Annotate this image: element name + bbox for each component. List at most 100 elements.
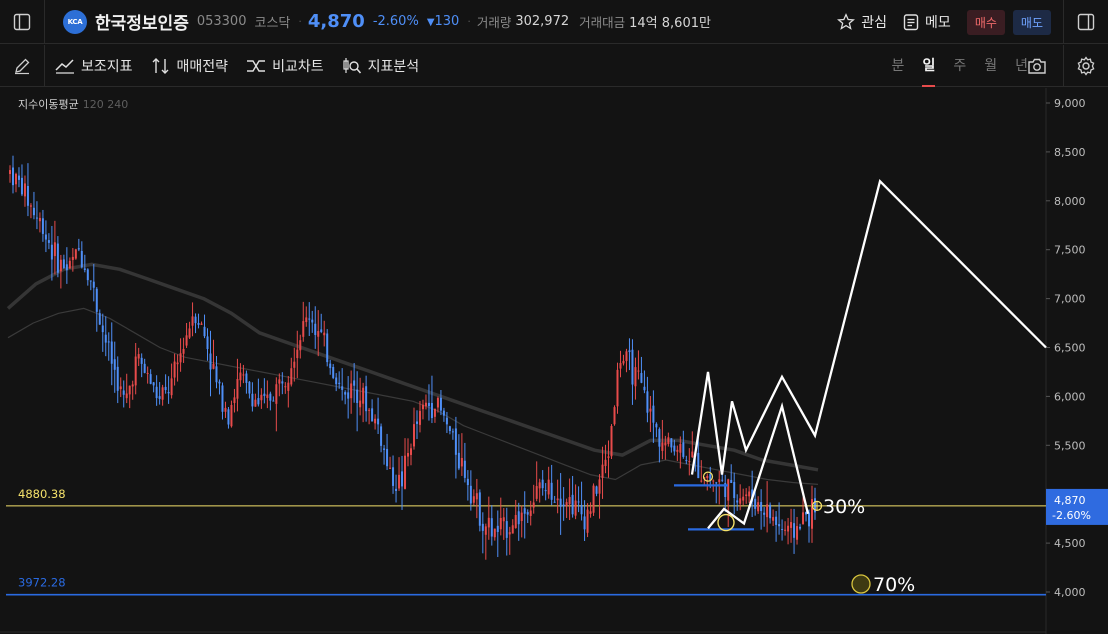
- volume-label: 거래량: [476, 15, 512, 30]
- candle-body: [670, 438, 673, 448]
- settings-button[interactable]: [1064, 44, 1108, 88]
- candle-body: [739, 498, 742, 504]
- candle-body: [347, 392, 350, 399]
- candle-body: [589, 511, 592, 514]
- candle-body: [412, 424, 415, 447]
- memo-icon: [903, 14, 919, 31]
- candle-body: [784, 529, 787, 531]
- chart-canvas[interactable]: 9,000 8,500 8,000 7,500 7,000 6,500 6,000 5,500…: [0, 88, 1108, 634]
- candle-body: [592, 485, 595, 513]
- candle-body: [206, 336, 209, 350]
- y-tick-label: 4,500: [1054, 537, 1086, 550]
- candle-body: [140, 357, 143, 364]
- ma-legend: 지수이동평균 120 240: [18, 96, 128, 112]
- analysis-tool[interactable]: 지표분석: [342, 56, 419, 76]
- candle-body: [167, 392, 170, 394]
- change-amount-group: ▼130: [427, 14, 460, 29]
- watch-label: 관심: [861, 15, 888, 31]
- candle-body: [74, 249, 77, 259]
- indicator-tool-label: 보조지표: [81, 58, 133, 75]
- price-chart[interactable]: 9,000 8,500 8,000 7,500 7,000 6,500 6,000 5,500…: [0, 88, 1108, 634]
- candle-body: [80, 250, 83, 268]
- candle-body: [257, 398, 260, 405]
- candle-body: [47, 240, 50, 243]
- candle-body: [92, 281, 95, 288]
- compare-tool[interactable]: 비교차트: [246, 56, 324, 76]
- candle-body: [404, 455, 407, 489]
- candle-body: [386, 448, 389, 467]
- candle-body: [38, 217, 41, 222]
- candle-body: [532, 502, 535, 508]
- candle-body: [350, 383, 353, 399]
- memo-button[interactable]: 메모: [903, 12, 951, 32]
- pencil-icon: [15, 58, 30, 74]
- candle-body: [389, 467, 392, 469]
- stock-name[interactable]: 한국정보인증: [95, 9, 189, 34]
- candle-body: [317, 331, 320, 337]
- candle-body: [176, 362, 179, 365]
- candle-body: [227, 409, 230, 425]
- sidebar-toggle-button[interactable]: [0, 0, 44, 44]
- candle-body: [616, 369, 619, 407]
- candle-body: [353, 380, 356, 386]
- candle-body: [658, 429, 661, 447]
- candle-body: [230, 404, 233, 427]
- buy-button[interactable]: 매수: [966, 9, 1005, 35]
- period-week[interactable]: 주: [953, 45, 966, 87]
- period-month[interactable]: 월: [984, 45, 997, 87]
- candle-body: [407, 453, 410, 457]
- candle-body: [691, 451, 694, 458]
- candle-body: [424, 402, 427, 407]
- candle-body: [149, 374, 152, 384]
- candle-body: [302, 321, 305, 337]
- sidebar-right-icon: [1077, 13, 1095, 31]
- market-name: 코스닥: [254, 16, 291, 31]
- period-day[interactable]: 일: [922, 45, 935, 87]
- sell-button[interactable]: 매도: [1012, 9, 1051, 35]
- candle-body: [11, 167, 14, 186]
- candle-body: [706, 475, 709, 479]
- candle-body: [299, 340, 302, 351]
- candle-body: [640, 373, 643, 383]
- candle-body: [688, 461, 691, 463]
- candle-body: [733, 482, 736, 499]
- candle-body: [383, 448, 386, 450]
- volume-value: 302,972: [515, 14, 570, 29]
- watch-button[interactable]: 관심: [837, 12, 887, 32]
- candle-body: [610, 425, 613, 457]
- drawing-tool-button[interactable]: [0, 44, 44, 88]
- panel-toggle-button[interactable]: [1064, 0, 1108, 44]
- candle-body: [224, 407, 227, 412]
- current-price: 4,870: [307, 11, 365, 32]
- ma-legend-params: 120 240: [82, 98, 129, 111]
- screenshot-button[interactable]: [1019, 44, 1055, 88]
- candle-body: [568, 497, 571, 505]
- candle-body: [460, 458, 463, 467]
- candle-body: [613, 407, 616, 425]
- up-down-arrows-icon: [152, 57, 169, 74]
- candle-body: [655, 423, 658, 428]
- change-amount: 130: [434, 14, 460, 29]
- candle-body: [517, 511, 520, 525]
- period-minute[interactable]: 분: [892, 45, 905, 87]
- candle-body: [170, 378, 173, 396]
- strategy-tool[interactable]: 매매전략: [151, 56, 228, 76]
- candle-body: [398, 474, 401, 489]
- candle-body: [808, 512, 811, 527]
- candle-body: [44, 234, 47, 240]
- y-tick-label: 7,000: [1054, 293, 1086, 306]
- candle-body: [113, 359, 116, 370]
- candle-body: [469, 485, 472, 504]
- candle-body: [499, 517, 502, 530]
- candle-body: [778, 524, 781, 527]
- candle-body: [667, 437, 670, 445]
- candle-body: [380, 426, 383, 446]
- candle-body: [643, 386, 646, 391]
- candle-body: [116, 366, 119, 391]
- candle-body: [98, 313, 101, 325]
- indicator-tool[interactable]: 보조지표: [55, 56, 133, 76]
- candle-body: [311, 319, 314, 323]
- chart-toolbar: 보조지표 매매전략 비교차트 지표분석 분 일 주 월 년: [0, 44, 1108, 88]
- candle-body: [32, 207, 35, 216]
- candle-body: [26, 185, 29, 206]
